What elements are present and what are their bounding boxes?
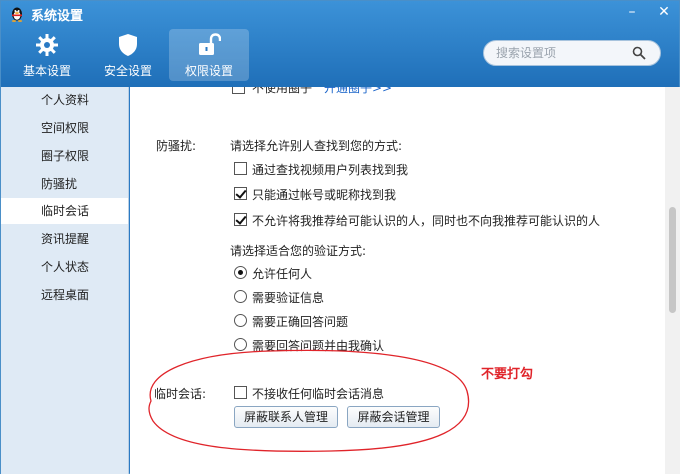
tab-basic-settings-label: 基本设置 [22, 64, 71, 78]
header-bar: 系统设置 – ✕ 基本设置 安全设置 权限设置 搜索设置项 [1, 1, 679, 87]
lock-icon [199, 33, 221, 55]
search-box[interactable] [483, 40, 661, 66]
blocked-contacts-button[interactable]: 屏蔽联系人管理 [234, 406, 338, 428]
verify-option-radio[interactable] [234, 290, 247, 303]
find-option-checkbox[interactable] [234, 162, 247, 175]
sidebar-item-space-permission[interactable]: 空间权限 [1, 115, 128, 141]
annotation-note: 不要打勾 [481, 367, 534, 382]
verify-method-prompt: 请选择适合您的验证方式: [230, 244, 367, 258]
no-circle-label: 不使用圈子 [252, 87, 313, 95]
sidebar-item-anti-harassment[interactable]: 防骚扰 [1, 171, 128, 197]
no-circle-checkbox[interactable] [232, 87, 245, 94]
open-circle-link[interactable]: 开通圈子>> [324, 87, 392, 96]
verify-option-label: 需要验证信息 [252, 291, 325, 305]
tab-security-settings[interactable]: 安全设置 [88, 29, 168, 81]
shield-icon [119, 34, 137, 56]
minimize-button[interactable]: – [619, 2, 645, 22]
window-title: 系统设置 [31, 9, 84, 24]
sidebar: 个人资料 空间权限 圈子权限 防骚扰 临时会话 资讯提醒 个人状态 远程桌面 [1, 87, 129, 474]
sidebar-item-news-alerts[interactable]: 资讯提醒 [1, 226, 128, 252]
search-input[interactable] [496, 45, 626, 61]
scrollbar-thumb[interactable] [669, 207, 676, 313]
reject-temp-session-label: 不接收任何临时会话消息 [252, 387, 385, 401]
verify-option-radio[interactable] [234, 338, 247, 351]
search-icon[interactable] [632, 46, 646, 60]
verify-option-radio[interactable] [234, 314, 247, 327]
sidebar-item-remote-desktop[interactable]: 远程桌面 [1, 282, 128, 308]
close-button[interactable]: ✕ [651, 2, 677, 22]
temp-session-section-label: 临时会话: [154, 387, 207, 401]
find-option-label: 只能通过帐号或昵称找到我 [252, 188, 397, 202]
find-option-label: 不允许将我推荐给可能认识的人，同时也不向我推荐可能认识的人 [252, 214, 601, 228]
vertical-scrollbar[interactable] [665, 87, 680, 474]
tab-security-settings-label: 安全设置 [103, 64, 152, 78]
tab-basic-settings[interactable]: 基本设置 [7, 29, 87, 81]
tab-permission-settings[interactable]: 权限设置 [169, 29, 249, 81]
anti-harass-section-label: 防骚扰: [156, 139, 197, 153]
verify-option-label: 允许任何人 [252, 267, 313, 281]
sidebar-item-circle-permission[interactable]: 圈子权限 [1, 143, 128, 169]
find-option-checkbox[interactable] [234, 187, 247, 200]
find-option-label: 通过查找视频用户列表找到我 [252, 163, 409, 177]
verify-option-label: 需要正确回答问题 [252, 315, 349, 329]
verify-option-label: 需要回答问题并由我确认 [252, 339, 385, 353]
sidebar-item-temp-session[interactable]: 临时会话 [1, 198, 128, 224]
reject-temp-session-checkbox[interactable] [234, 386, 247, 399]
settings-window: 系统设置 – ✕ 基本设置 安全设置 权限设置 搜索设置项 个人资料 空间权限 … [0, 0, 680, 474]
tab-permission-settings-label: 权限设置 [184, 64, 233, 78]
gear-icon [36, 34, 58, 56]
sidebar-item-profile[interactable]: 个人资料 [1, 87, 128, 113]
verify-option-radio[interactable] [234, 266, 247, 279]
qq-penguin-icon [11, 7, 23, 22]
settings-content: 不使用圈子 开通圈子>> 防骚扰: 请选择允许别人查找到您的方式: 通过查找视频… [130, 87, 665, 474]
blocked-sessions-button[interactable]: 屏蔽会话管理 [347, 406, 440, 428]
sidebar-item-personal-status[interactable]: 个人状态 [1, 254, 128, 280]
find-method-prompt: 请选择允许别人查找到您的方式: [230, 139, 403, 153]
find-option-checkbox[interactable] [234, 213, 247, 226]
